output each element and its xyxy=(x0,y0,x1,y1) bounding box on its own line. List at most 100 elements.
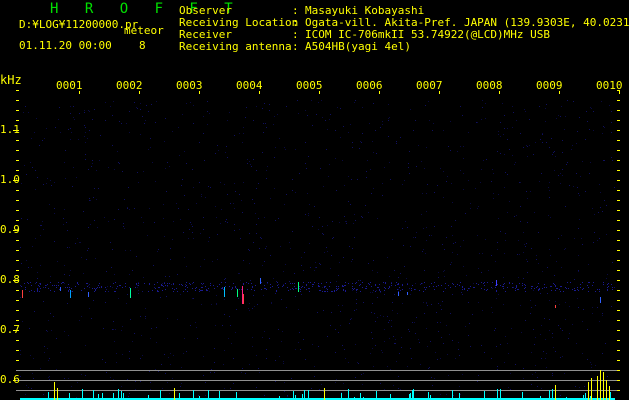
noise-dot xyxy=(522,283,523,284)
noise-dot xyxy=(252,287,253,288)
noise-dot xyxy=(226,219,227,220)
noise-dot xyxy=(612,160,613,161)
noise-dot xyxy=(577,131,578,132)
noise-dot xyxy=(387,366,388,367)
noise-dot xyxy=(426,211,427,212)
y-minor-tick xyxy=(617,310,620,311)
noise-dot xyxy=(64,162,65,163)
noise-dot xyxy=(49,376,50,377)
noise-dot xyxy=(32,167,33,168)
noise-dot xyxy=(145,316,146,317)
noise-dot xyxy=(308,288,309,289)
y-minor-tick xyxy=(617,390,620,391)
noise-dot xyxy=(134,102,135,103)
noise-dot xyxy=(463,240,464,241)
noise-dot xyxy=(186,163,187,164)
noise-dot xyxy=(73,167,74,168)
noise-dot xyxy=(550,286,551,287)
noise-dot xyxy=(391,282,392,283)
noise-dot xyxy=(457,151,458,152)
noise-dot xyxy=(218,150,219,151)
noise-dot xyxy=(317,312,318,313)
noise-dot xyxy=(424,168,425,169)
noise-dot xyxy=(603,126,604,127)
noise-dot xyxy=(362,384,363,385)
noise-dot xyxy=(484,282,485,283)
y-minor-tick xyxy=(617,240,620,241)
noise-dot xyxy=(318,346,319,347)
noise-dot xyxy=(97,287,98,288)
noise-dot xyxy=(167,283,168,284)
noise-dot xyxy=(242,368,243,369)
noise-dot xyxy=(274,116,275,117)
noise-dot xyxy=(273,278,274,279)
noise-dot xyxy=(582,161,583,162)
noise-dot xyxy=(592,313,593,314)
noise-dot xyxy=(497,284,498,285)
noise-dot xyxy=(275,293,276,294)
noise-dot xyxy=(107,286,108,287)
noise-dot xyxy=(258,368,259,369)
noise-dot xyxy=(571,149,572,150)
noise-dot xyxy=(42,140,43,141)
noise-dot xyxy=(140,358,141,359)
noise-dot xyxy=(140,316,141,317)
noise-dot xyxy=(502,286,503,287)
noise-dot xyxy=(69,289,70,290)
noise-dot xyxy=(165,373,166,374)
noise-dot xyxy=(35,170,36,171)
noise-dot xyxy=(578,228,579,229)
noise-dot xyxy=(305,110,306,111)
noise-dot xyxy=(476,122,477,123)
noise-dot xyxy=(338,332,339,333)
noise-dot xyxy=(426,287,427,288)
noise-dot xyxy=(426,328,427,329)
x-tick-label: 0009 xyxy=(536,79,563,92)
noise-dot xyxy=(134,208,135,209)
noise-dot xyxy=(180,219,181,220)
noise-dot xyxy=(326,282,327,283)
noise-dot xyxy=(21,286,22,287)
noise-dot xyxy=(191,224,192,225)
noise-dot xyxy=(464,289,465,290)
noise-dot xyxy=(148,291,149,292)
noise-dot xyxy=(362,287,363,288)
noise-dot xyxy=(39,291,40,292)
noise-dot xyxy=(561,106,562,107)
noise-dot xyxy=(47,348,48,349)
noise-dot xyxy=(540,139,541,140)
noise-dot xyxy=(470,208,471,209)
noise-dot xyxy=(379,289,380,290)
noise-dot xyxy=(85,345,86,346)
noise-dot xyxy=(47,284,48,285)
y-minor-tick xyxy=(617,130,620,131)
noise-dot xyxy=(86,283,87,284)
noise-dot xyxy=(593,111,594,112)
noise-dot xyxy=(321,283,322,284)
noise-dot xyxy=(342,286,343,287)
noise-dot xyxy=(587,285,588,286)
noise-dot xyxy=(316,114,317,115)
noise-dot xyxy=(68,129,69,130)
noise-dot xyxy=(574,279,575,280)
noise-dot xyxy=(158,249,159,250)
noise-dot xyxy=(181,383,182,384)
noise-dot xyxy=(416,317,417,318)
noise-dot xyxy=(377,297,378,298)
noise-dot xyxy=(546,367,547,368)
noise-dot xyxy=(514,216,515,217)
noise-dot xyxy=(393,336,394,337)
noise-dot xyxy=(377,317,378,318)
noise-dot xyxy=(154,284,155,285)
noise-dot xyxy=(234,224,235,225)
noise-dot xyxy=(530,300,531,301)
noise-dot xyxy=(355,220,356,221)
noise-dot xyxy=(39,286,40,287)
noise-dot xyxy=(178,208,179,209)
noise-dot xyxy=(383,282,384,283)
noise-dot xyxy=(72,186,73,187)
noise-dot xyxy=(549,197,550,198)
noise-dot xyxy=(181,367,182,368)
noise-dot xyxy=(382,352,383,353)
noise-dot xyxy=(345,358,346,359)
